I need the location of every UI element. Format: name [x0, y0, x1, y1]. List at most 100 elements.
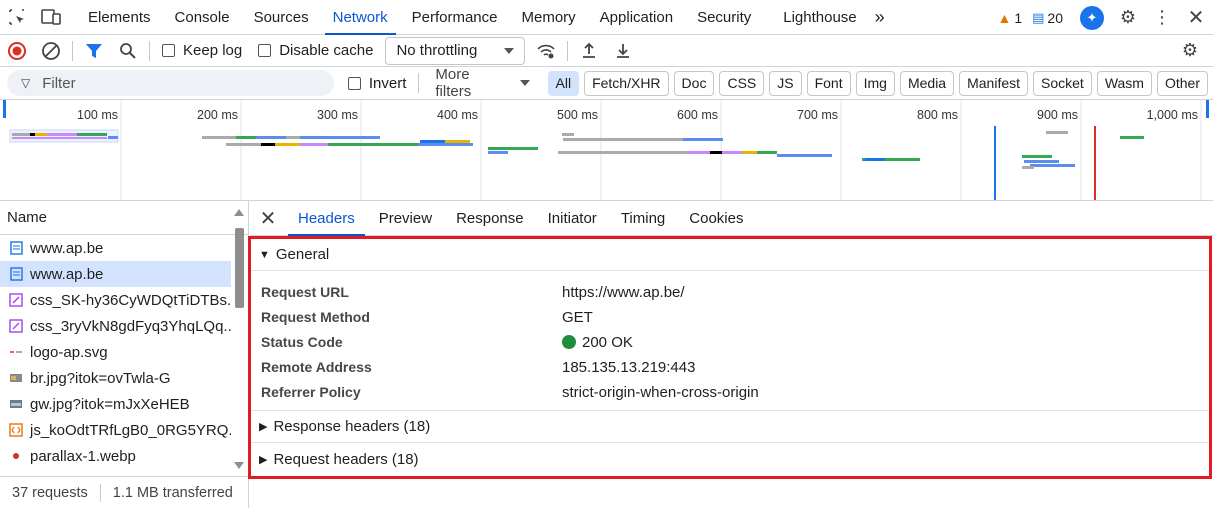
- type-filter-css[interactable]: CSS: [719, 70, 765, 96]
- response-headers-section-header[interactable]: ▶ Response headers (18): [251, 411, 1209, 443]
- request-count: 37 requests: [12, 484, 88, 501]
- request-list-scrollbar[interactable]: [234, 206, 244, 471]
- tick-label: 1,000 ms: [1147, 108, 1198, 122]
- checkbox-box[interactable]: [347, 76, 361, 90]
- request-name: parallax-1.webp: [30, 447, 136, 465]
- type-filter-img[interactable]: Img: [855, 70, 895, 96]
- image-icon: [9, 397, 23, 411]
- invert-checkbox[interactable]: Invert: [347, 75, 406, 92]
- tab-headers[interactable]: Headers: [286, 201, 367, 236]
- type-filter-socket[interactable]: Socket: [1033, 70, 1092, 96]
- header-value: https://www.ap.be/: [562, 284, 685, 301]
- more-tabs-icon[interactable]: »: [869, 0, 891, 35]
- type-filter-fetch-xhr[interactable]: Fetch/XHR: [584, 70, 669, 96]
- tab-console[interactable]: Console: [163, 0, 242, 35]
- filter-funnel-icon[interactable]: [77, 35, 111, 67]
- type-filter-wasm[interactable]: Wasm: [1096, 70, 1152, 96]
- type-filter-other[interactable]: Other: [1156, 70, 1208, 96]
- tab-initiator[interactable]: Initiator: [536, 201, 609, 236]
- tab-network[interactable]: Network: [321, 0, 400, 35]
- tab-elements[interactable]: Elements: [76, 0, 163, 35]
- request-row[interactable]: gw.jpg?itok=mJxXeHEB: [0, 391, 231, 417]
- type-filter-manifest[interactable]: Manifest: [959, 70, 1029, 96]
- scroll-thumb[interactable]: [235, 228, 244, 308]
- keep-log-label: Keep log: [183, 42, 243, 59]
- status-value: 200 OK: [562, 334, 1162, 351]
- record-stop-icon[interactable]: [0, 35, 34, 67]
- request-row[interactable]: parallax-1.webp: [0, 443, 231, 469]
- status-ok-icon: [562, 335, 576, 349]
- type-filter-font[interactable]: Font: [806, 70, 851, 96]
- inspect-element-icon[interactable]: [0, 0, 34, 35]
- tab-preview[interactable]: Preview: [367, 201, 444, 236]
- toolbar-divider: [418, 73, 420, 93]
- network-overview-timeline[interactable]: 100 ms 200 ms 300 ms 400 ms 500 ms 600 m…: [0, 100, 1213, 201]
- close-details-icon[interactable]: ✕: [250, 206, 286, 231]
- settings-gear-icon[interactable]: ⚙: [1111, 0, 1145, 35]
- range-handle-right[interactable]: [1206, 100, 1209, 118]
- messages-badge[interactable]: ▤ 20: [1032, 10, 1063, 26]
- warnings-count: 1: [1014, 9, 1023, 26]
- request-row[interactable]: js_koOdtTRfLgB0_0RG5YRQ...: [0, 417, 231, 443]
- checkbox-box[interactable]: [258, 44, 272, 57]
- request-row[interactable]: www.ap.be: [0, 235, 231, 261]
- general-section-header[interactable]: ▼ General: [251, 239, 1209, 271]
- type-filter-js[interactable]: JS: [769, 70, 802, 96]
- tick-label: 700 ms: [797, 108, 838, 122]
- tab-application[interactable]: Application: [588, 0, 685, 35]
- tab-security[interactable]: Security: [685, 0, 763, 35]
- tab-timing[interactable]: Timing: [609, 201, 677, 236]
- document-icon: [9, 241, 23, 255]
- throttling-select[interactable]: No throttling: [385, 36, 526, 65]
- tab-response[interactable]: Response: [444, 201, 536, 236]
- name-column-header[interactable]: Name: [0, 201, 248, 235]
- tab-sources[interactable]: Sources: [242, 0, 321, 35]
- request-headers-section-header[interactable]: ▶ Request headers (18): [251, 443, 1209, 475]
- warnings-badge[interactable]: ▲ 1: [997, 10, 1022, 26]
- request-row[interactable]: br.jpg?itok=ovTwla-G: [0, 365, 231, 391]
- throttling-value: No throttling: [396, 42, 478, 59]
- request-name: js_koOdtTRfLgB0_0RG5YRQ...: [30, 421, 231, 439]
- tick-label: 100 ms: [77, 108, 118, 122]
- stylesheet-icon: [9, 319, 23, 333]
- checkbox-box[interactable]: [162, 44, 175, 57]
- script-icon: [9, 423, 23, 437]
- request-row[interactable]: css_3ryVkN8gdFyq3YhqLQq...: [0, 313, 231, 339]
- request-name: css_3ryVkN8gdFyq3YhqLQq...: [30, 317, 231, 335]
- more-options-icon[interactable]: ⋮: [1145, 0, 1179, 35]
- network-settings-gear-icon[interactable]: ⚙: [1173, 35, 1207, 67]
- device-toolbar-icon[interactable]: [34, 0, 68, 35]
- tab-cookies[interactable]: Cookies: [677, 201, 755, 236]
- keep-log-checkbox[interactable]: Keep log: [162, 42, 242, 59]
- header-value: 185.135.13.219:443: [562, 359, 696, 376]
- tab-memory[interactable]: Memory: [510, 0, 588, 35]
- svg-icon: [9, 345, 23, 359]
- type-filter-all[interactable]: All: [547, 70, 580, 96]
- filter-placeholder: Filter: [42, 74, 76, 92]
- range-handle-left[interactable]: [3, 100, 6, 118]
- export-har-icon[interactable]: [606, 35, 640, 67]
- webp-icon: [9, 449, 23, 463]
- clear-icon[interactable]: [34, 35, 68, 67]
- disable-cache-checkbox[interactable]: Disable cache: [258, 42, 373, 59]
- header-key: Referrer Policy: [261, 384, 361, 400]
- close-devtools-icon[interactable]: ✕: [1179, 0, 1213, 35]
- search-icon[interactable]: [111, 35, 145, 67]
- type-filter-doc[interactable]: Doc: [673, 70, 715, 96]
- toolbar-divider: [567, 40, 569, 61]
- request-name: www.ap.be: [30, 239, 104, 257]
- ai-assistance-icon[interactable]: ✦: [1080, 5, 1104, 30]
- request-bars: [9, 126, 1144, 200]
- network-conditions-icon[interactable]: [529, 35, 563, 67]
- filter-input[interactable]: ▽ Filter: [7, 70, 334, 96]
- more-filters-dropdown[interactable]: More filters: [435, 66, 530, 100]
- tab-lighthouse[interactable]: Lighthouse: [763, 0, 868, 35]
- tab-performance[interactable]: Performance: [400, 0, 510, 35]
- request-row[interactable]: css_SK-hy36CyWDQtTiDTBs...: [0, 287, 231, 313]
- import-har-icon[interactable]: [572, 35, 606, 67]
- request-row-selected[interactable]: www.ap.be: [0, 261, 231, 287]
- request-row[interactable]: logo-ap.svg: [0, 339, 231, 365]
- type-filter-media[interactable]: Media: [899, 70, 955, 96]
- disable-cache-label: Disable cache: [279, 42, 374, 59]
- details-tabbar: ✕ Headers Preview Response Initiator Tim…: [250, 201, 1213, 236]
